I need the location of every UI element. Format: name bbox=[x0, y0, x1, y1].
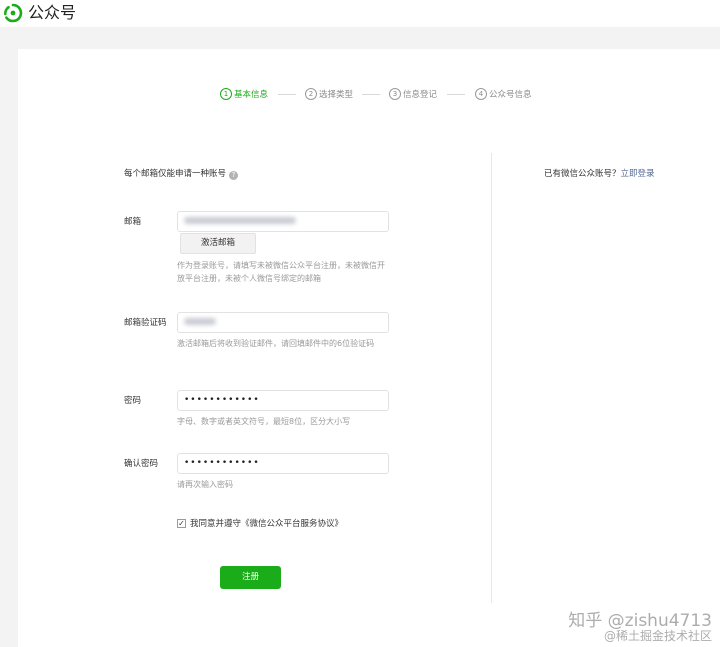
existing-account-text: 已有微信公众账号？ bbox=[544, 169, 621, 179]
app-title: 公众号 bbox=[28, 3, 77, 22]
email-code-input[interactable] bbox=[177, 312, 389, 333]
email-label: 邮箱 bbox=[124, 217, 142, 227]
email-value-redacted bbox=[184, 217, 296, 224]
register-button[interactable]: 注册 bbox=[220, 566, 281, 589]
vertical-divider bbox=[491, 153, 492, 603]
service-agreement-link[interactable]: 《微信公众平台服务协议》 bbox=[241, 519, 343, 529]
confirm-password-label: 确认密码 bbox=[124, 459, 159, 469]
email-hint: 作为登录账号，请填写未被微信公众平台注册，未被微信开放平台注册，未被个人微信号绑… bbox=[177, 261, 385, 283]
wechat-official-account-logo-icon bbox=[4, 3, 23, 23]
step-label: 公众号信息 bbox=[489, 90, 532, 100]
agreement-prefix: 我同意并遵守 bbox=[190, 519, 242, 529]
step-select-type: 2 选择类型 bbox=[305, 87, 353, 101]
password-hint: 字母、数字或者英文符号，最短8位，区分大小写 bbox=[177, 417, 351, 426]
step-account-info: 4 公众号信息 bbox=[475, 87, 532, 101]
email-code-hint: 激活邮箱后将收到验证邮件，请回填邮件中的6位验证码 bbox=[177, 339, 375, 348]
password-label: 密码 bbox=[124, 396, 142, 406]
step-info-register: 3 信息登记 bbox=[389, 87, 437, 101]
confirm-password-input[interactable]: •••••••••••• bbox=[177, 453, 389, 474]
step-connector bbox=[362, 94, 380, 95]
existing-account-prompt: 已有微信公众账号？立即登录 bbox=[544, 167, 655, 179]
step-number: 1 bbox=[220, 88, 232, 100]
step-number: 4 bbox=[475, 88, 487, 100]
step-label: 选择类型 bbox=[319, 90, 354, 100]
agreement-row: ✓ 我同意并遵守《微信公众平台服务协议》 bbox=[177, 517, 343, 529]
step-connector bbox=[278, 94, 296, 95]
step-label: 基本信息 bbox=[234, 90, 269, 100]
password-input[interactable]: •••••••••••• bbox=[177, 390, 389, 411]
confirm-password-value: •••••••••••• bbox=[184, 458, 260, 468]
agreement-text: 我同意并遵守《微信公众平台服务协议》 bbox=[190, 517, 343, 529]
agreement-checkbox[interactable]: ✓ bbox=[177, 518, 186, 528]
activate-email-button[interactable]: 激活邮箱 bbox=[180, 233, 256, 254]
code-value-redacted bbox=[184, 318, 216, 325]
step-number: 2 bbox=[305, 88, 317, 100]
top-bar: 公众号 bbox=[0, 0, 720, 27]
password-value: •••••••••••• bbox=[184, 395, 260, 405]
confirm-password-hint: 请再次输入密码 bbox=[177, 480, 233, 489]
step-number: 3 bbox=[389, 88, 401, 100]
step-label: 信息登记 bbox=[403, 90, 438, 100]
notice-text: 每个邮箱仅能申请一种账号 bbox=[124, 169, 227, 179]
help-icon[interactable]: ? bbox=[229, 171, 239, 180]
email-code-label: 邮箱验证码 bbox=[124, 318, 167, 328]
email-input[interactable] bbox=[177, 211, 389, 232]
login-link[interactable]: 立即登录 bbox=[621, 169, 655, 179]
step-basic-info: 1 基本信息 bbox=[220, 87, 268, 101]
watermark-juejin: @稀土掘金技术社区 bbox=[603, 629, 712, 643]
step-connector bbox=[447, 94, 465, 95]
email-notice: 每个邮箱仅能申请一种账号? bbox=[124, 167, 239, 180]
